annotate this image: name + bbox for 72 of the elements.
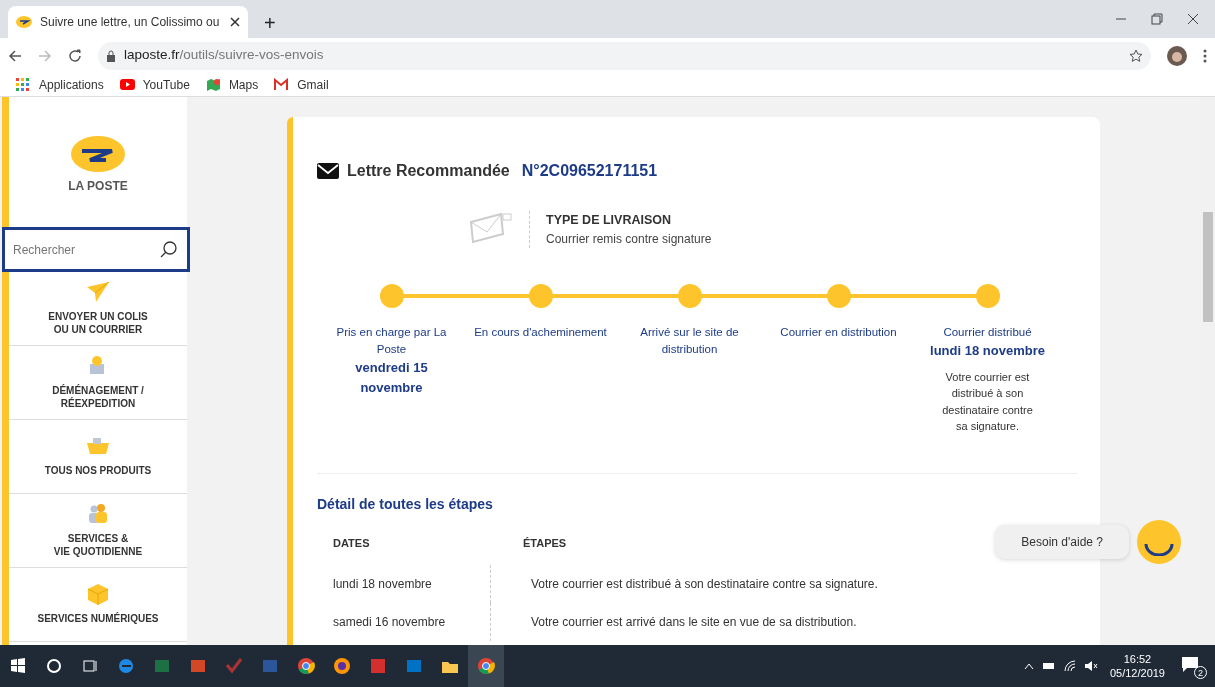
delivery-type-value: Courrier remis contre signature [546,230,712,248]
chat-icon [1181,656,1199,673]
step-label: En cours d'acheminement [473,324,608,340]
bookmark-link[interactable]: Maps [205,75,259,94]
column-header: DATES [332,535,371,551]
help-button[interactable] [1137,520,1181,564]
help-bubble[interactable]: Besoin d'aide ? [995,525,1129,559]
bookmark-link[interactable]: Applications [16,75,104,94]
notification-button[interactable]: 2 [1181,655,1207,677]
windows-icon [9,657,27,675]
circle-icon [45,657,63,675]
scrollbar-thumb[interactable] [1203,212,1213,322]
column-header: ÉTAPES [522,535,567,551]
table-cell-text: Votre courrier est arrivé dans le site en vue de sa distribution. [530,614,857,631]
smile-icon [1144,542,1174,556]
step-date: vendredi 15 novembre [354,359,429,397]
table-cell-text: Votre courrier est distribué à son destinataire contre sa signature. [530,576,878,593]
nav-item[interactable]: TOUS NOS PRODUITS [9,420,187,494]
search-icon[interactable] [160,240,178,258]
table-cell: samedi 16 novembre [317,603,491,641]
cube-icon [86,583,110,606]
map-icon [205,78,221,91]
tab-title: Suivre une lettre, un Colissimo ou [40,14,221,31]
nav-item[interactable]: DÉMÉNAGEMENT / RÉEXPEDITION [9,346,187,420]
browser-tab[interactable]: Suivre une lettre, un Colissimo ou [8,6,248,38]
bookmark-link[interactable]: Gmail [274,75,329,94]
step-label: Courrier en distribution [779,324,898,340]
mail-icon [274,78,290,91]
clock[interactable]: 16:52 05/12/2019 [1105,651,1169,681]
battery-icon[interactable] [1041,662,1056,670]
nav-item[interactable]: SERVICES NUMÉRIQUES [9,568,187,642]
favicon-icon [16,16,32,28]
speaker-icon[interactable] [1083,660,1098,672]
step-date: lundi 18 novembre [930,342,1045,360]
play-icon [119,78,135,91]
avatar-icon[interactable] [1167,45,1187,66]
task-view-icon [81,657,99,675]
step-label: Courrier distribué [942,324,1033,340]
new-tab-button[interactable]: + [264,8,276,38]
tracking-number: N°2C09652171151 [521,161,658,181]
chevron-up-icon[interactable] [1023,662,1034,670]
wifi-icon[interactable] [1063,660,1076,672]
step-label: Arrivé sur le site de distribution [639,324,740,357]
search-field[interactable]: Rechercher [2,227,190,272]
star-icon[interactable] [1129,48,1143,63]
logo-icon [70,135,126,173]
check-mark-icon [225,657,243,675]
lock-icon [106,49,116,62]
people-icon [86,503,110,525]
chrome-icon [297,657,315,675]
section-title: Détail de toutes les étapes [317,494,494,514]
close-icon[interactable] [1187,13,1199,25]
nav-item[interactable]: SERVICES & VIE QUOTIDIENNE [9,494,187,568]
paper-plane-icon [86,281,110,303]
close-icon[interactable] [230,17,240,27]
step-label: Pris en charge par La Poste [335,324,448,357]
notification-badge: 2 [1194,666,1207,679]
tracking-title: Lettre Recommandée [347,161,510,181]
reload-icon[interactable] [68,48,82,63]
logo-text: LA POSTE [68,178,128,195]
step-note: Votre courrier est distribué à son destinataire contre sa signature. [941,369,1034,434]
envelope-icon [317,163,339,179]
restore-icon[interactable] [1151,13,1163,25]
bookmark-link[interactable]: YouTube [119,75,190,94]
delivery-type-heading: TYPE DE LIVRAISON [546,212,673,229]
table-cell: lundi 18 novembre [317,565,491,603]
chrome-icon [477,657,495,675]
back-icon[interactable] [8,48,22,63]
more-icon[interactable] [1203,48,1207,63]
address-field[interactable]: laposte.fr/outils/suivre-vos-envois [124,45,324,66]
nav-item[interactable]: ENVOYER UN COLIS OU UN COURRIER [9,272,187,346]
apps-icon [16,78,31,91]
